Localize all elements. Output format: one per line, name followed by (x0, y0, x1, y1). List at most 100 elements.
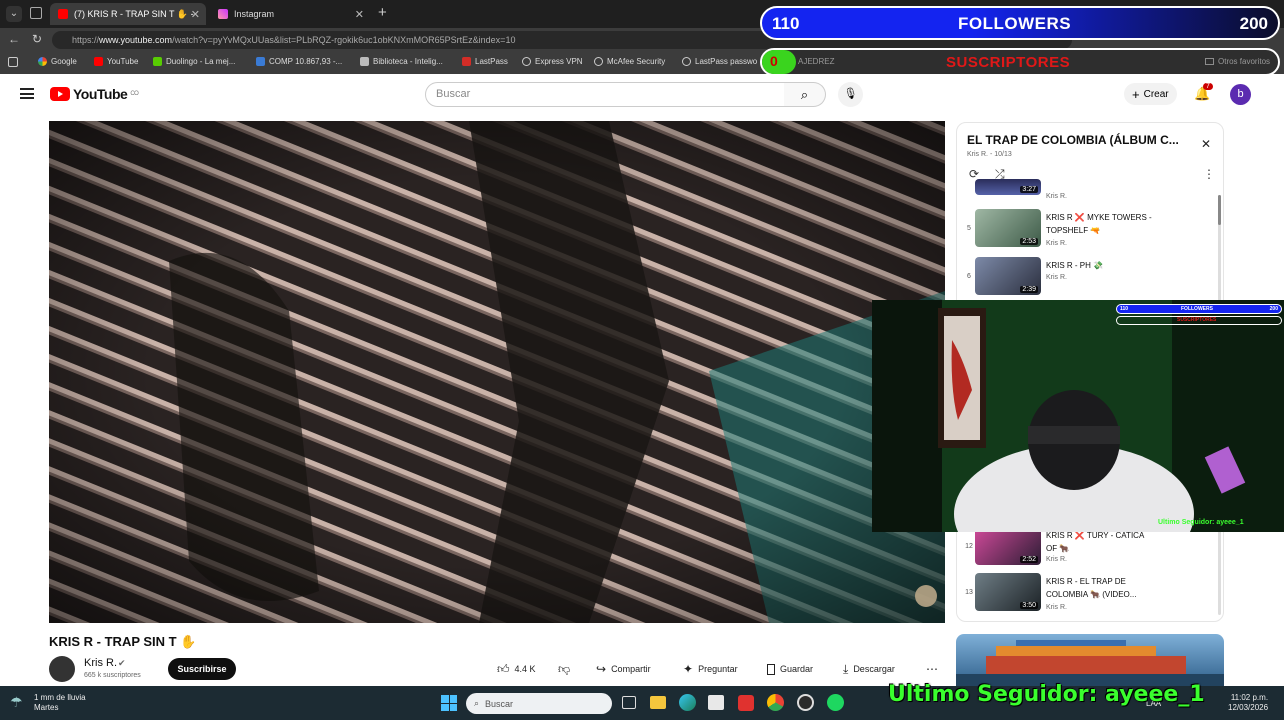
voice-search-button[interactable]: 🎙 (838, 82, 863, 107)
bookmark-lastpass[interactable]: LastPass (462, 57, 508, 66)
close-icon[interactable]: ✕ (191, 8, 200, 21)
clock-date: 12/03/2026 (1228, 703, 1269, 712)
microphone-icon: 🎙 (843, 88, 858, 100)
list-item[interactable]: 12 2:52 KRIS R ❌ TURY - CATICA OF 🐂 Kris… (965, 527, 1215, 567)
share-icon: ↪ (596, 662, 607, 676)
item-channel: Kris R. (1046, 193, 1067, 200)
spotify-icon[interactable] (827, 694, 844, 711)
duration-badge: 2:39 (1020, 286, 1038, 293)
mini-followers-current: 110 (1120, 306, 1129, 312)
globe-icon (682, 57, 691, 66)
sparkle-icon: ✦ (683, 662, 694, 676)
duration-badge: 2:53 (1020, 238, 1038, 245)
new-tab-button[interactable]: + (378, 4, 387, 21)
bookmark-mcafee[interactable]: McAfee Security (594, 57, 665, 66)
weather-icon[interactable]: ☂ (10, 694, 23, 711)
item-channel: Kris R. (1046, 274, 1067, 281)
playlist-title[interactable]: EL TRAP DE COLOMBIA (ÁLBUM C... (967, 133, 1179, 147)
followers-goal: 200 (1239, 14, 1268, 33)
subscribers-progress (762, 50, 796, 74)
thumbs-down-icon: 👎︎ (558, 661, 571, 676)
search-input[interactable]: Buscar (425, 82, 785, 107)
ask-button[interactable]: ✦ Preguntar (683, 658, 738, 680)
tab-list-icon[interactable]: ⌄ (6, 6, 22, 22)
channel-watermark-icon[interactable] (915, 585, 937, 607)
bookmark-google[interactable]: Google (38, 57, 77, 66)
download-button[interactable]: ⤓ Descargar (843, 658, 895, 680)
app-red-icon[interactable] (738, 695, 754, 711)
bookmark-label: Biblioteca - Intelig... (373, 57, 443, 66)
more-actions-button[interactable]: ⋯ (926, 658, 938, 680)
video-title: KRIS R - TRAP SIN T ✋ (49, 634, 197, 649)
bookmark-duolingo[interactable]: Duolingo - La mej... (153, 57, 235, 66)
store-icon[interactable] (708, 695, 724, 710)
mini-followers-bar: 110 FOLLOWERS 200 (1116, 304, 1282, 314)
subscribe-button[interactable]: Suscribirse (168, 658, 236, 680)
like-button[interactable]: 👍︎ 4.4 K (497, 658, 536, 680)
bookmark-label: YouTube (107, 57, 139, 66)
item-number: 13 (965, 589, 973, 596)
channel-avatar[interactable] (49, 656, 75, 682)
video-thumbnail: 2:52 (975, 527, 1041, 565)
instagram-icon (218, 9, 228, 19)
reload-icon[interactable]: ↻ (32, 32, 42, 46)
bookmark-label: LastPass (475, 57, 508, 66)
workspaces-icon[interactable] (30, 7, 42, 19)
channel-name[interactable]: Kris R. (84, 657, 117, 669)
video-player[interactable] (49, 121, 945, 623)
taskbar-search-input[interactable]: ⌕ Buscar (466, 693, 612, 714)
weather-widget[interactable]: 1 mm de lluvia Martes (34, 693, 86, 713)
bookmark-lastpass-passwords[interactable]: LastPass passwo (682, 57, 757, 66)
bookmark-youtube[interactable]: YouTube (94, 57, 138, 66)
bookmark-comp[interactable]: COMP 10.867,93 -... (256, 57, 342, 66)
list-item[interactable]: 5 2:53 KRIS R ❌ MYKE TOWERS - TOPSHELF 🔫… (965, 209, 1215, 249)
close-icon[interactable]: ✕ (355, 8, 364, 21)
bookmark-label: Duolingo - La mej... (166, 57, 236, 66)
avatar[interactable]: b (1230, 84, 1251, 105)
weather-day: Martes (34, 703, 59, 712)
apps-icon[interactable] (8, 57, 18, 67)
menu-icon[interactable] (20, 88, 34, 99)
video-thumbnail: 2:53 (975, 209, 1041, 247)
obs-icon[interactable] (797, 694, 814, 711)
ad-banner[interactable] (956, 634, 1224, 686)
dislike-button[interactable]: 👎︎ (558, 658, 570, 680)
chrome-icon[interactable] (767, 694, 784, 711)
save-button[interactable]: Guardar (767, 658, 813, 680)
item-title: KRIS R ❌ MYKE TOWERS - TOPSHELF 🔫 (1046, 213, 1152, 235)
tab-instagram[interactable]: Instagram ✕ (210, 3, 370, 25)
save-label: Guardar (780, 664, 814, 674)
search-button[interactable]: ⌕ (784, 82, 826, 107)
item-channel: Kris R. (1046, 240, 1067, 247)
mini-subscribers-bar: SUSCRIPTORES (1116, 316, 1282, 325)
bookmark-biblioteca[interactable]: Biblioteca - Intelig... (360, 57, 443, 66)
clock[interactable]: 11:02 p.m. 12/03/2026 (1228, 693, 1268, 713)
edge-icon[interactable] (679, 694, 696, 711)
item-title: KRIS R - EL TRAP DE COLOMBIA 🐂 (VIDEO... (1046, 577, 1137, 599)
duration-badge: 3:27 (1020, 186, 1038, 193)
item-title: KRIS R ❌ TURY - CATICA OF 🐂 (1046, 531, 1144, 553)
youtube-logo-text: YouTube (73, 86, 128, 102)
bookmark-icon (767, 663, 775, 675)
task-view-icon[interactable] (622, 696, 636, 709)
share-button[interactable]: ↪ Compartir (596, 658, 651, 680)
close-icon[interactable]: ✕ (1201, 137, 1211, 151)
notifications-button[interactable]: 🔔 7 (1194, 83, 1213, 102)
url-path: /watch?v=pyYvMQxUUas&list=PLbRQZ-rgokik6… (172, 35, 516, 45)
file-explorer-icon[interactable] (650, 696, 666, 709)
tab-youtube[interactable]: (7) KRIS R - TRAP SIN T ✋ - YouTube ✕ (50, 3, 206, 25)
weather-text: 1 mm de lluvia (34, 693, 86, 702)
youtube-icon (94, 57, 103, 66)
youtube-logo[interactable]: YouTube CO (50, 86, 139, 102)
clock-time: 11:02 p.m. (1230, 693, 1269, 702)
mini-followers-label: FOLLOWERS (1181, 306, 1213, 312)
list-item[interactable]: 6 2:39 KRIS R - PH 💸 Kris R. (965, 257, 1215, 297)
create-button[interactable]: + Crear (1124, 83, 1177, 105)
bookmark-expressvpn[interactable]: Express VPN (522, 57, 583, 66)
tab-title: (7) KRIS R - TRAP SIN T ✋ - YouTube (74, 8, 194, 19)
subscriber-count: 665 k suscriptores (84, 672, 141, 679)
item-number: 12 (965, 543, 973, 550)
start-button[interactable] (441, 695, 457, 711)
back-icon[interactable]: ← (8, 32, 20, 46)
list-item[interactable]: 13 3:50 KRIS R - EL TRAP DE COLOMBIA 🐂 (… (965, 573, 1215, 613)
